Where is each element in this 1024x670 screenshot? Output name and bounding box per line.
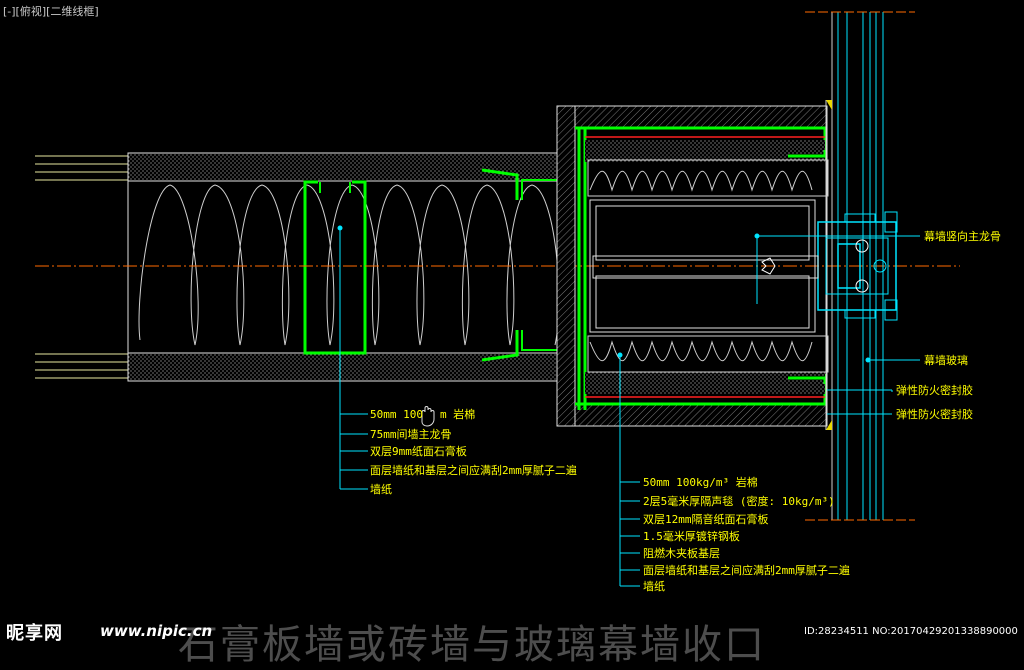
viewport-label[interactable]: [-][俯视][二维线框] bbox=[3, 3, 99, 19]
label-rock-wool-b: m 岩棉 bbox=[440, 407, 475, 421]
section-drawing: 50mm 100 m 岩棉 75mm间墙主龙骨 双层9mm纸面石膏板 面层墙纸和… bbox=[35, 11, 1001, 593]
watermark-logo: 昵享网 bbox=[6, 623, 63, 644]
label-c-plywood: 阻燃木夹板基层 bbox=[643, 546, 720, 560]
watermark-url: www.nipic.cn bbox=[100, 622, 213, 640]
label-wallpaper: 墙纸 bbox=[370, 482, 392, 496]
label-sealant-1: 弹性防火密封胶 bbox=[896, 383, 973, 397]
steel-stud bbox=[303, 180, 367, 355]
label-c-blanket: 2层5毫米厚隔声毯 (密度: 10kg/m³) bbox=[643, 494, 835, 508]
label-sealant-2: 弹性防火密封胶 bbox=[896, 407, 973, 421]
label-c-wallpaper: 墙纸 bbox=[643, 579, 665, 593]
label-mullion: 幕墙竖向主龙骨 bbox=[924, 229, 1001, 243]
label-rock-wool-a: 50mm 100 bbox=[370, 408, 423, 421]
label-c-gypsum: 双层12mm隔音纸面石膏板 bbox=[643, 512, 769, 526]
image-id-text: ID:28234511 NO:20170429201338890000 bbox=[804, 626, 1018, 637]
partition-wall bbox=[35, 152, 576, 382]
label-c-rock-wool: 50mm 100kg/m³ 岩棉 bbox=[643, 475, 758, 489]
label-stud: 75mm间墙主龙骨 bbox=[370, 427, 452, 441]
label-c-steel: 1.5毫米厚镀锌钢板 bbox=[643, 529, 740, 543]
cad-drawing-canvas[interactable]: 50mm 100 m 岩棉 75mm间墙主龙骨 双层9mm纸面石膏板 面层墙纸和… bbox=[0, 0, 1024, 668]
label-putty: 面层墙纸和基层之间应满刮2mm厚腻子二遍 bbox=[370, 463, 577, 477]
hand-cursor-icon bbox=[421, 406, 435, 427]
label-c-putty: 面层墙纸和基层之间应满刮2mm厚腻子二遍 bbox=[643, 563, 850, 577]
drawing-title: 石膏板墙或砖墙与玻璃幕墙收口 bbox=[178, 622, 766, 668]
label-glass: 幕墙玻璃 bbox=[924, 353, 968, 367]
rock-wool-left bbox=[138, 184, 560, 346]
label-gypsum: 双层9mm纸面石膏板 bbox=[370, 444, 467, 458]
